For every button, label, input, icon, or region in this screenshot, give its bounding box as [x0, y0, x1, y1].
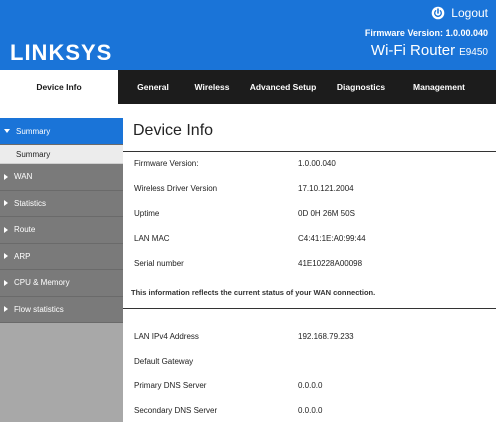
row-label: Uptime	[134, 209, 160, 218]
sidebar-item-summary[interactable]: Summary	[0, 118, 123, 145]
row-value: C4:41:1E:A0:99:44	[298, 234, 366, 243]
row-label: Wireless Driver Version	[134, 184, 218, 193]
tab-wireless[interactable]: Wireless	[186, 70, 238, 104]
sidebar-item-route[interactable]: Route	[0, 217, 123, 244]
info-row-firmware: Firmware Version: 1.0.00.040	[134, 159, 494, 173]
sidebar-item-label: Summary	[16, 126, 51, 136]
info-row-uptime: Uptime 0D 0H 26M 50S	[134, 209, 494, 223]
tab-management[interactable]: Management	[394, 70, 484, 104]
sidebar-item-arp[interactable]: ARP	[0, 243, 123, 270]
sidebar-subitem-summary[interactable]: Summary	[0, 145, 123, 164]
page-title: Device Info	[133, 122, 214, 139]
row-value: 0D 0H 26M 50S	[298, 209, 355, 218]
tab-general[interactable]: General	[120, 70, 186, 104]
row-label: LAN IPv4 Address	[134, 332, 199, 341]
row-label: Serial number	[134, 259, 184, 268]
tab-advanced-setup[interactable]: Advanced Setup	[238, 70, 328, 104]
row-value: 192.168.79.233	[298, 332, 354, 341]
sidebar: Summary Summary WAN Statistics Route ARP…	[0, 118, 123, 422]
row-value: 0.0.0.0	[298, 406, 323, 415]
sidebar-item-statistics[interactable]: Statistics	[0, 190, 123, 217]
section-divider	[123, 308, 496, 309]
sidebar-item-label: WAN	[14, 172, 33, 182]
chevron-right-icon	[4, 173, 8, 180]
router-name-label: Wi-Fi Router	[370, 42, 456, 59]
tab-device-info[interactable]: Device Info	[0, 70, 118, 104]
main-content: Device Info Firmware Version: 1.0.00.040…	[123, 104, 496, 422]
chevron-right-icon	[4, 226, 8, 233]
info-row-primary-dns: Primary DNS Server 0.0.0.0	[134, 381, 494, 395]
title-divider	[123, 151, 496, 152]
sidebar-item-label: CPU & Memory	[14, 278, 70, 288]
header-bar: Logout Firmware Version: 1.0.00.040 LINK…	[0, 0, 496, 70]
row-value: 41E10228A00098	[298, 259, 363, 268]
row-label: Primary DNS Server	[134, 381, 207, 390]
sidebar-item-label: Flow statistics	[14, 304, 64, 314]
router-name: Wi-Fi Router E9450	[371, 42, 488, 59]
sidebar-item-wan[interactable]: WAN	[0, 164, 123, 191]
info-row-serial: Serial number 41E10228A00098	[134, 259, 494, 273]
chevron-down-icon	[4, 129, 10, 133]
router-model: E9450	[459, 47, 488, 58]
row-value: 0.0.0.0	[298, 381, 323, 390]
row-label: Default Gateway	[134, 357, 194, 366]
status-info-text: This information reflects the current st…	[131, 288, 376, 297]
row-label: LAN MAC	[134, 234, 170, 243]
sidebar-item-cpu-memory[interactable]: CPU & Memory	[0, 270, 123, 297]
chevron-right-icon	[4, 306, 8, 313]
power-icon	[431, 6, 445, 20]
sidebar-item-label: ARP	[14, 251, 31, 261]
info-row-lan-ipv4: LAN IPv4 Address 192.168.79.233	[134, 332, 494, 346]
sidebar-item-label: Route	[14, 225, 36, 235]
sidebar-item-label: Statistics	[14, 198, 47, 208]
row-label: Secondary DNS Server	[134, 406, 218, 415]
linksys-logo: LINKSYS	[10, 40, 113, 65]
logout-label: Logout	[451, 6, 488, 20]
info-row-gateway: Default Gateway	[134, 357, 494, 371]
info-row-lan-mac: LAN MAC C4:41:1E:A0:99:44	[134, 234, 494, 248]
chevron-right-icon	[4, 253, 8, 260]
chevron-right-icon	[4, 200, 8, 207]
logout-button[interactable]: Logout	[431, 6, 488, 20]
top-nav: Device Info General Wireless Advanced Se…	[0, 70, 496, 104]
sidebar-item-flow-statistics[interactable]: Flow statistics	[0, 296, 123, 323]
tab-diagnostics[interactable]: Diagnostics	[328, 70, 394, 104]
firmware-version-text: Firmware Version: 1.0.00.040	[364, 28, 488, 38]
chevron-right-icon	[4, 279, 8, 286]
row-label: Firmware Version:	[134, 159, 199, 168]
row-value: 1.0.00.040	[298, 159, 336, 168]
info-row-secondary-dns: Secondary DNS Server 0.0.0.0	[134, 406, 494, 420]
row-value: 17.10.121.2004	[298, 184, 354, 193]
info-row-driver: Wireless Driver Version 17.10.121.2004	[134, 184, 494, 198]
